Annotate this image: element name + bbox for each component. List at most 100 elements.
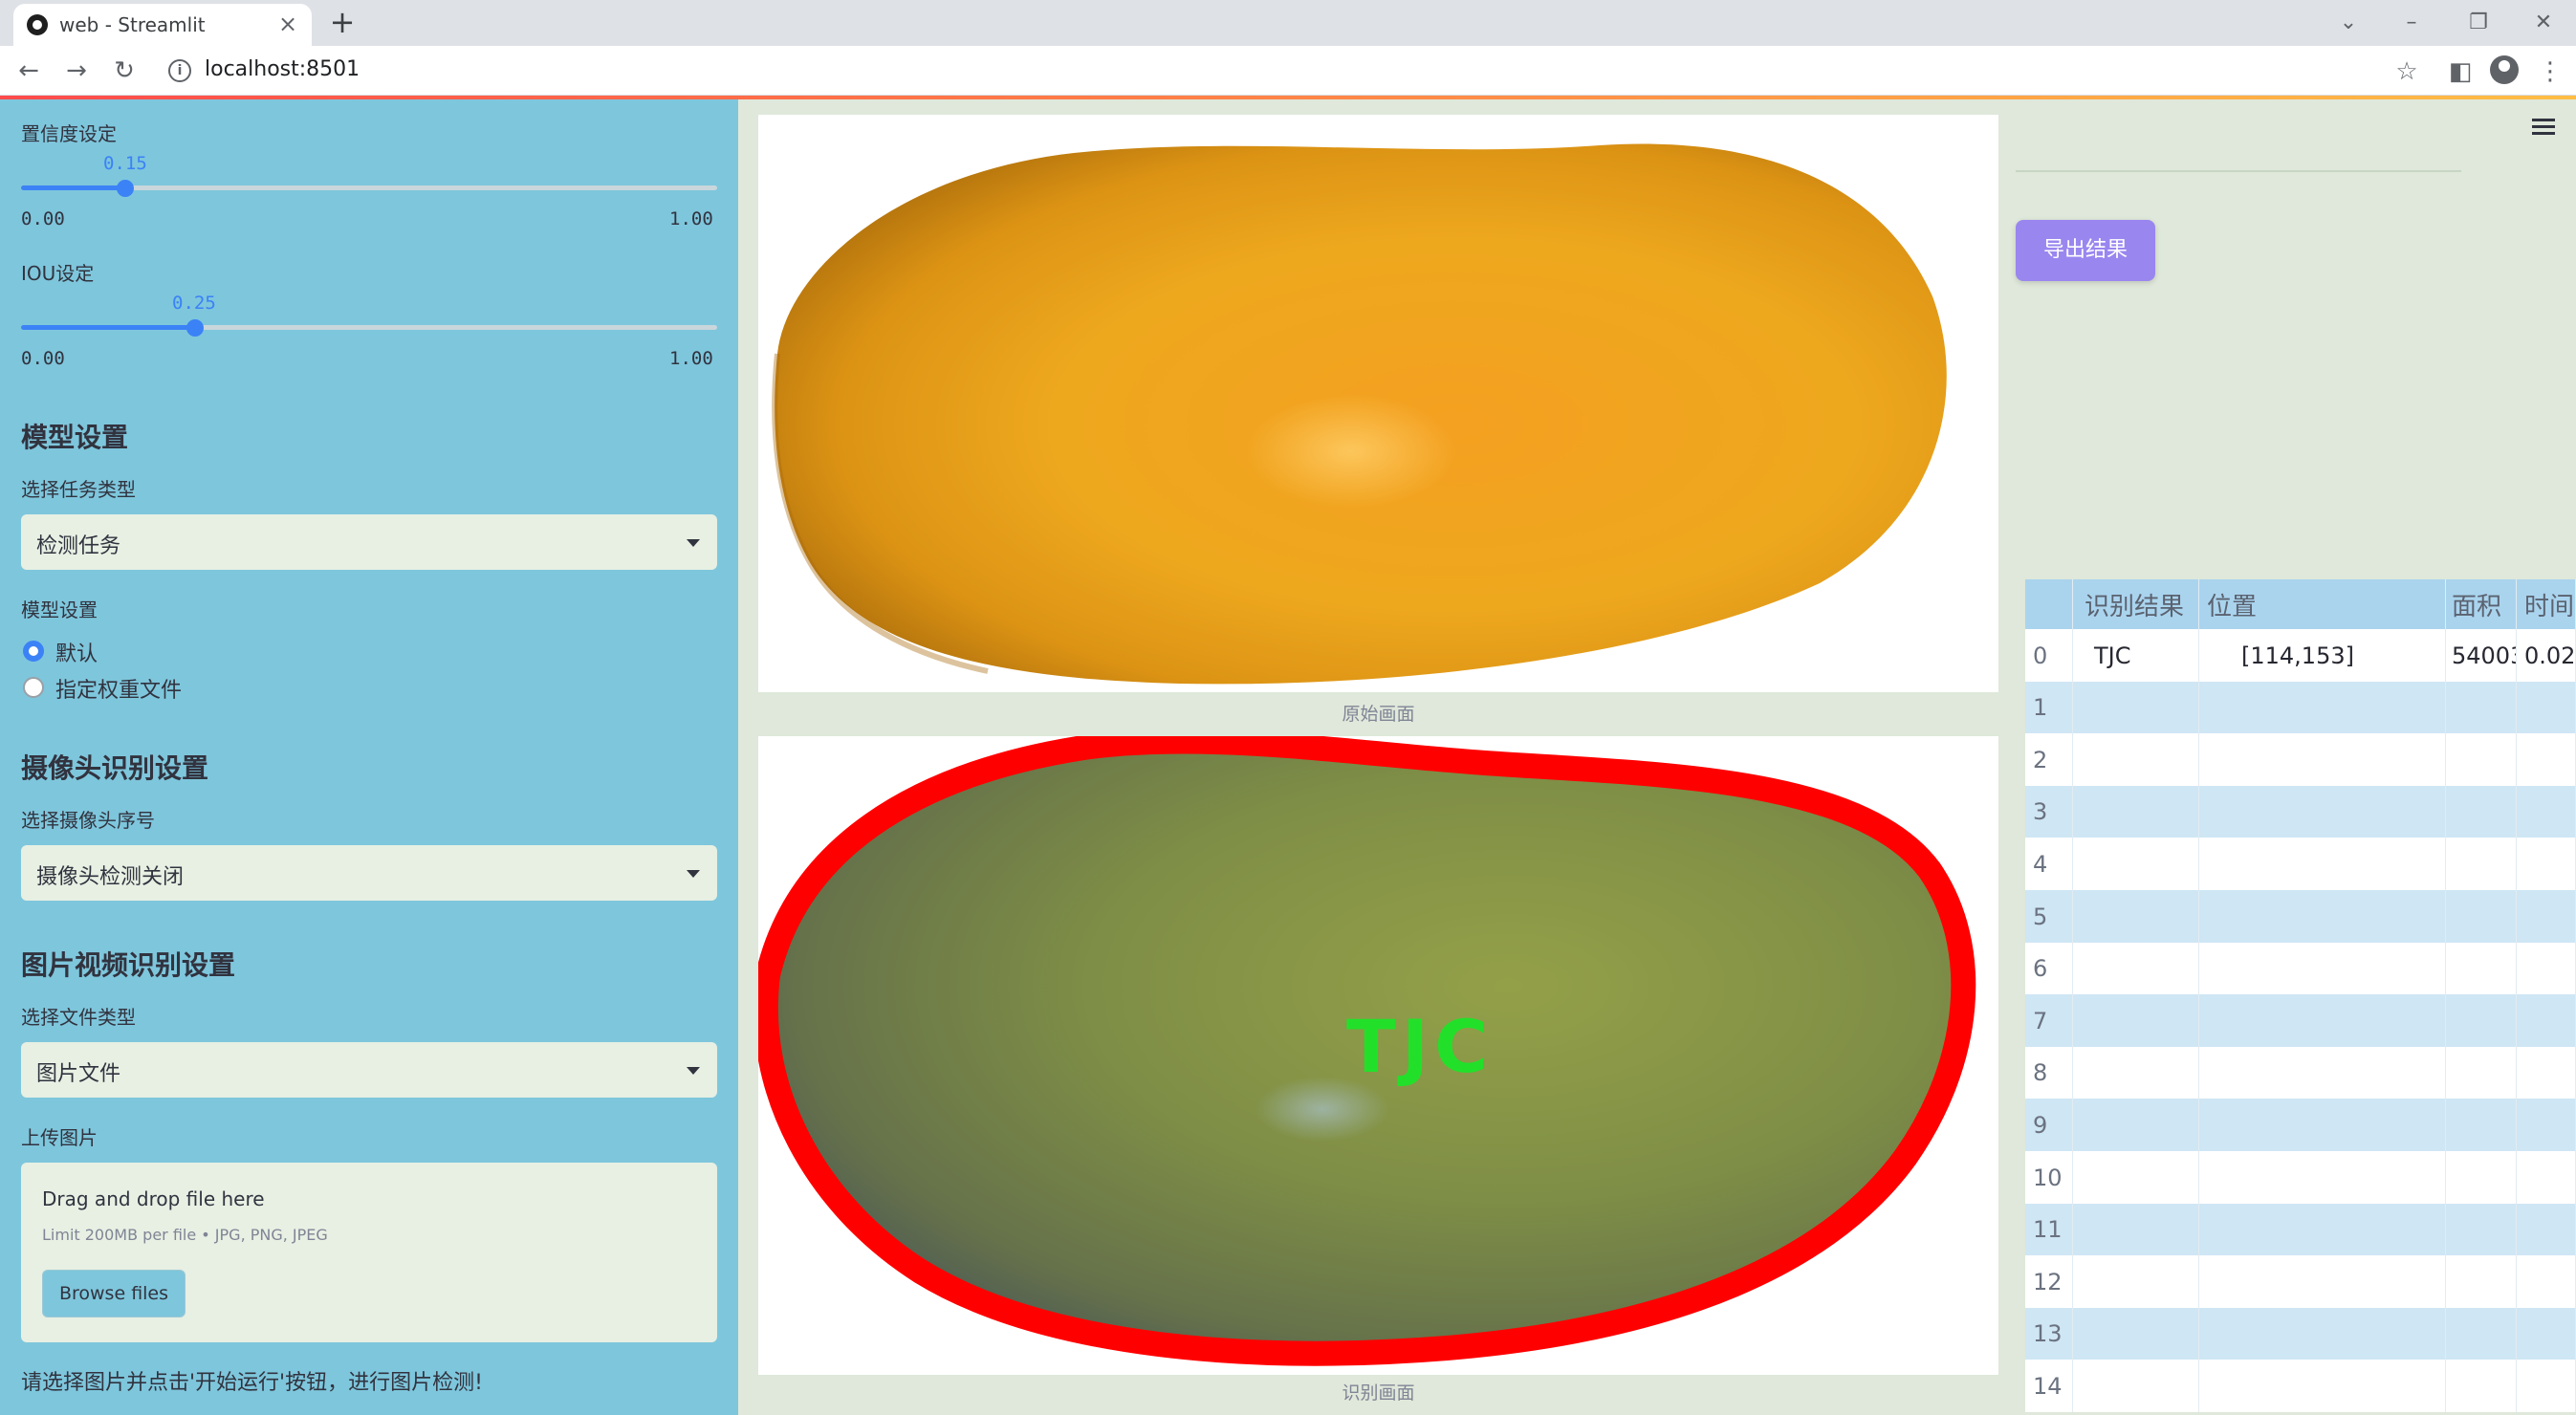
confidence-slider[interactable]	[21, 180, 717, 197]
iou-value: 0.25	[172, 293, 216, 314]
address-bar: ← → ↻ i localhost:8501 ☆ ◧ ⋮	[0, 46, 2576, 96]
table-row[interactable]: 11	[2025, 1203, 2576, 1256]
table-row[interactable]: 12	[2025, 1255, 2576, 1309]
cell-position	[2199, 681, 2446, 734]
cell-result	[2073, 733, 2199, 787]
table-row[interactable]: 6	[2025, 942, 2576, 995]
weights-label: 模型设置	[21, 599, 98, 621]
divider	[2016, 170, 2461, 172]
table-row[interactable]: 13	[2025, 1307, 2576, 1361]
file-dropzone[interactable]: Drag and drop file here Limit 200MB per …	[21, 1163, 717, 1342]
browser-tab[interactable]: web - Streamlit ×	[13, 4, 312, 46]
table-row[interactable]: 7	[2025, 994, 2576, 1048]
cell-area	[2446, 1360, 2517, 1413]
camera-index-label: 选择摄像头序号	[21, 809, 155, 832]
forward-icon[interactable]: →	[59, 54, 94, 88]
restore-icon[interactable]: ❐	[2459, 6, 2498, 40]
table-row[interactable]: 5	[2025, 890, 2576, 943]
cell-time	[2517, 1099, 2576, 1152]
browse-files-button[interactable]: Browse files	[42, 1270, 186, 1317]
export-results-button[interactable]: 导出结果	[2016, 220, 2155, 281]
cell-area	[2446, 1307, 2517, 1361]
table-row[interactable]: 0TJC[114,153]540030.02	[2025, 629, 2576, 682]
close-tab-icon[interactable]: ×	[273, 10, 302, 38]
table-row[interactable]: 8	[2025, 1046, 2576, 1099]
cell-area	[2446, 1099, 2517, 1152]
bookmark-star-icon[interactable]: ☆	[2390, 55, 2423, 88]
chevron-down-icon	[687, 1067, 700, 1075]
tab-title: web - Streamlit	[59, 13, 206, 36]
cell-time	[2517, 994, 2576, 1048]
cell-time	[2517, 1151, 2576, 1204]
browser-tab-bar: web - Streamlit × + ⌄ – ❐ ✕	[0, 0, 2576, 46]
iou-slider-fill	[21, 325, 195, 330]
cell-time	[2517, 890, 2576, 943]
radio-default-label[interactable]: 默认	[55, 637, 98, 667]
cell-position: [114,153]	[2199, 629, 2446, 682]
cell-position	[2199, 1360, 2446, 1413]
table-row[interactable]: 2	[2025, 733, 2576, 787]
browser-menu-icon[interactable]: ⋮	[2534, 55, 2566, 88]
url-field[interactable]: localhost:8501	[205, 57, 360, 81]
header-time[interactable]: 时间	[2517, 579, 2576, 629]
cell-area	[2446, 890, 2517, 943]
header-result[interactable]: 识别结果	[2073, 579, 2199, 629]
close-window-icon[interactable]: ✕	[2524, 6, 2563, 40]
back-icon[interactable]: ←	[11, 54, 46, 88]
new-tab-icon[interactable]: +	[325, 6, 360, 40]
reload-icon[interactable]: ↻	[107, 54, 142, 88]
tab-search-icon[interactable]: ⌄	[2329, 6, 2368, 40]
iou-slider-thumb[interactable]	[186, 319, 204, 337]
camera-settings-heading: 摄像头识别设置	[21, 752, 209, 784]
header-position[interactable]: 位置	[2199, 579, 2446, 629]
upload-label: 上传图片	[21, 1126, 98, 1149]
cell-index: 9	[2025, 1099, 2073, 1152]
cell-index: 2	[2025, 733, 2073, 787]
cell-time	[2517, 1203, 2576, 1256]
cell-position	[2199, 890, 2446, 943]
cell-position	[2199, 994, 2446, 1048]
cell-area	[2446, 942, 2517, 995]
radio-custom-weights-label[interactable]: 指定权重文件	[55, 673, 182, 704]
camera-select[interactable]: 摄像头检测关闭	[21, 845, 717, 901]
side-panel-icon[interactable]: ◧	[2444, 55, 2477, 88]
detection-label: TJC	[1346, 1004, 1494, 1089]
cell-position	[2199, 1099, 2446, 1152]
iou-slider[interactable]	[21, 319, 717, 337]
minimize-icon[interactable]: –	[2392, 6, 2431, 40]
cell-area	[2446, 1151, 2517, 1204]
model-settings-heading: 模型设置	[21, 422, 129, 453]
cell-result	[2073, 1255, 2199, 1309]
cell-time	[2517, 1360, 2576, 1413]
camera-select-value: 摄像头检测关闭	[36, 865, 185, 889]
cell-index: 1	[2025, 681, 2073, 734]
table-row[interactable]: 4	[2025, 838, 2576, 891]
cell-result	[2073, 942, 2199, 995]
header-area[interactable]: 面积	[2446, 579, 2517, 629]
cell-index: 4	[2025, 838, 2073, 891]
radio-default[interactable]	[23, 641, 44, 662]
table-row[interactable]: 10	[2025, 1151, 2576, 1204]
cell-result	[2073, 681, 2199, 734]
dropzone-limit: Limit 200MB per file • JPG, PNG, JPEG	[42, 1226, 328, 1244]
confidence-value: 0.15	[103, 153, 147, 174]
confidence-slider-thumb[interactable]	[117, 180, 135, 197]
task-type-select[interactable]: 检测任务	[21, 514, 717, 570]
table-row[interactable]: 1	[2025, 681, 2576, 734]
cell-result: TJC	[2073, 629, 2199, 682]
table-row[interactable]: 9	[2025, 1099, 2576, 1152]
cell-time: 0.02	[2517, 629, 2576, 682]
site-info-icon[interactable]: i	[168, 59, 191, 82]
table-row[interactable]: 3	[2025, 785, 2576, 838]
file-type-select[interactable]: 图片文件	[21, 1042, 717, 1098]
table-row[interactable]: 14	[2025, 1360, 2576, 1413]
cell-position	[2199, 838, 2446, 891]
hamburger-menu-icon[interactable]	[2532, 119, 2555, 136]
confidence-max: 1.00	[669, 208, 713, 229]
header-index	[2025, 579, 2073, 629]
iou-label: IOU设定	[21, 262, 95, 285]
radio-custom-weights[interactable]	[23, 677, 44, 698]
cell-position	[2199, 733, 2446, 787]
profile-avatar-icon[interactable]	[2490, 55, 2519, 84]
cell-index: 13	[2025, 1307, 2073, 1361]
